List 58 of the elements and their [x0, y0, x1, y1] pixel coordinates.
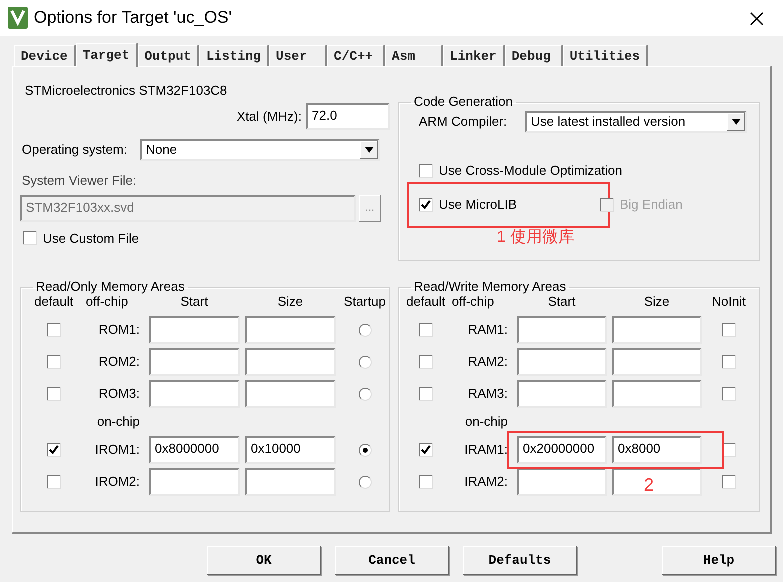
- column-header: Start: [547, 293, 577, 311]
- field-label: ARM Compiler:: [419, 113, 508, 132]
- column-header: NoInit: [711, 293, 747, 311]
- group-title: Read/Write Memory Areas: [413, 280, 568, 294]
- area-label: IRAM2:: [464, 473, 508, 492]
- group-title: Read/Only Memory Areas: [35, 280, 186, 294]
- dialog-button[interactable]: Help: [662, 546, 776, 575]
- size-field[interactable]: 0x8000: [612, 436, 702, 464]
- section-label: on-chip: [465, 413, 508, 432]
- tab[interactable]: Output: [138, 45, 200, 66]
- size-field[interactable]: 0x10000: [245, 436, 336, 464]
- compiler-select[interactable]: Use latest installed version: [525, 111, 747, 133]
- column-header: default: [405, 293, 447, 311]
- checkbox-label: Use MicroLIB: [439, 196, 518, 214]
- dialog-button[interactable]: OK: [207, 546, 321, 575]
- dialog-button[interactable]: Defaults: [463, 546, 577, 575]
- column-header: off-chip: [86, 294, 130, 311]
- column-header: default: [33, 294, 75, 311]
- area-label: ROM2:: [98, 353, 140, 372]
- tab[interactable]: C/C++: [327, 45, 386, 66]
- column-header: Start: [180, 293, 210, 311]
- tab[interactable]: User: [269, 45, 328, 66]
- device-name: STMicroelectronics STM32F103C8: [25, 82, 228, 97]
- tab[interactable]: Target: [76, 43, 138, 67]
- column-header: Size: [643, 293, 671, 311]
- area-label: RAM3:: [468, 385, 508, 404]
- checkbox-label: Use Cross-Module Optimization: [439, 162, 623, 180]
- tab[interactable]: Asm: [385, 45, 444, 66]
- xtal-field[interactable]: 72.0: [306, 103, 390, 130]
- area-label: ROM3:: [98, 385, 140, 404]
- column-header: Size: [276, 293, 304, 311]
- area-label: ROM1:: [98, 321, 140, 340]
- tab[interactable]: Utilities: [562, 45, 648, 66]
- area-label: IRAM1:: [464, 441, 508, 460]
- field-label: Operating system:: [21, 141, 128, 160]
- area-label: IROM2:: [95, 473, 140, 492]
- window-title: Options for Target 'uc_OS': [34, 7, 232, 30]
- tab[interactable]: Linker: [443, 45, 505, 66]
- tab[interactable]: Device: [14, 45, 76, 66]
- field-label: System Viewer File:: [22, 172, 138, 190]
- start-field[interactable]: 0x8000000: [149, 436, 240, 464]
- dialog-button[interactable]: Cancel: [335, 546, 449, 575]
- area-label: IROM1:: [95, 441, 140, 460]
- checkbox-label: Big Endian: [620, 196, 683, 214]
- column-header: off-chip: [452, 294, 496, 311]
- area-label: RAM1:: [468, 321, 508, 340]
- area-label: RAM2:: [468, 353, 508, 372]
- tab[interactable]: Listing: [199, 45, 270, 66]
- checkbox-label: Use Custom File: [43, 230, 140, 248]
- field-label: Xtal (MHz):: [237, 108, 302, 126]
- group-title: Code Generation: [413, 95, 514, 109]
- annotation-text: 1 使用微库: [497, 228, 576, 247]
- column-header: Startup: [343, 293, 387, 311]
- os-select[interactable]: None: [140, 139, 380, 161]
- annotation-text: 2: [644, 474, 654, 497]
- tab[interactable]: Debug: [504, 45, 563, 66]
- section-label: on-chip: [97, 413, 140, 432]
- start-field[interactable]: 0x20000000: [517, 436, 607, 464]
